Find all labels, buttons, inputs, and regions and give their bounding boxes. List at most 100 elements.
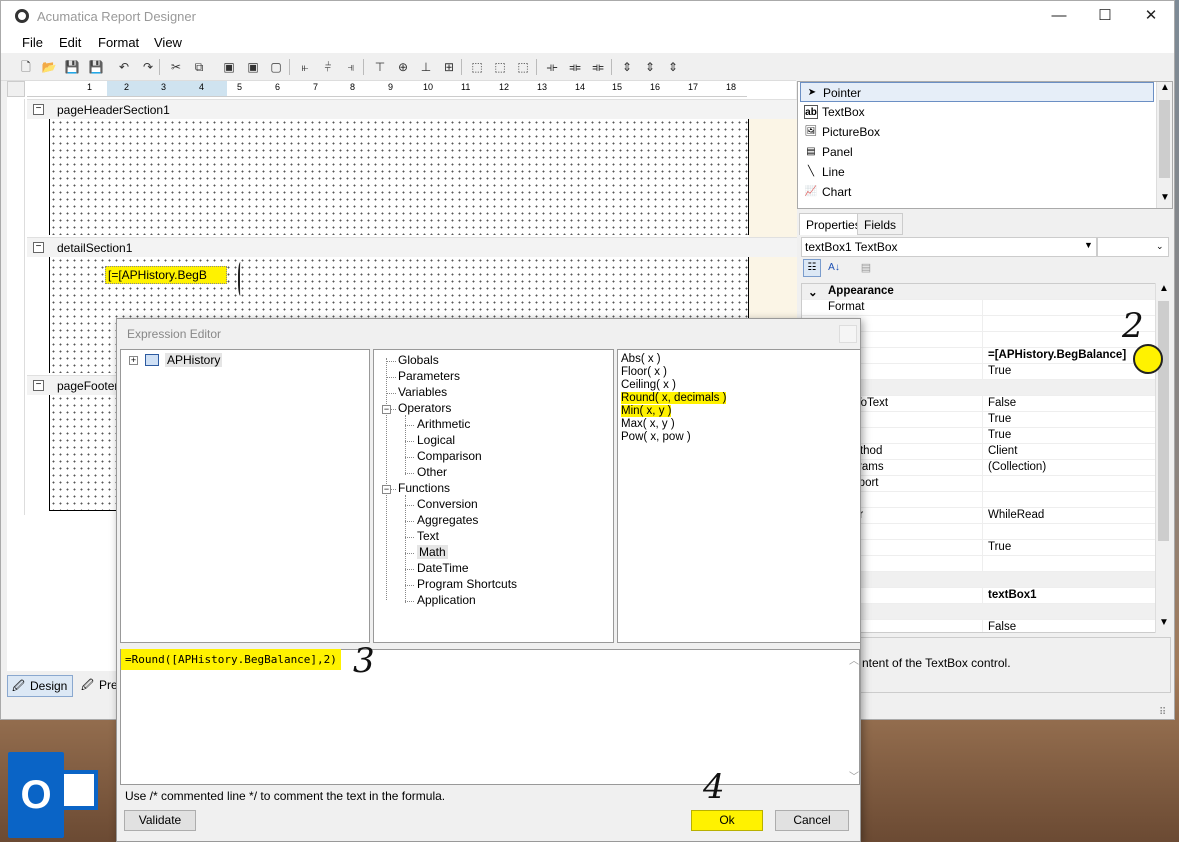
same-height-icon[interactable]: ⬚ (491, 58, 509, 76)
cancel-button[interactable]: Cancel (775, 810, 849, 831)
alphabetical-icon[interactable]: A↓ (825, 259, 843, 277)
property-category[interactable]: ⌄ Appearance (802, 284, 1156, 300)
cut-icon[interactable]: ✂ (167, 58, 185, 76)
menu-view[interactable]: View (154, 35, 182, 50)
align-right-icon[interactable]: ⫣ (342, 58, 360, 76)
tab-fields[interactable]: Fields (857, 213, 904, 235)
categorized-icon[interactable]: ☷ (803, 259, 821, 277)
new-icon[interactable]: 🗋 (17, 58, 35, 76)
scroll-up-icon[interactable]: ︿ (849, 652, 859, 667)
property-value[interactable]: False (988, 621, 1016, 632)
hspace-increase-icon[interactable]: ⟚ (566, 58, 584, 76)
collapse-icon[interactable]: ⌄ (808, 285, 818, 299)
chevron-down-icon[interactable]: ▼ (1084, 240, 1093, 250)
function-item[interactable]: Pow( x, pow ) (621, 431, 691, 443)
menu-format[interactable]: Format (98, 35, 139, 50)
toolbox-item-picturebox[interactable]: 🖼 PictureBox (800, 122, 1154, 142)
size-to-grid-icon[interactable]: ⊞ (440, 58, 458, 76)
property-value[interactable]: True (988, 413, 1011, 425)
property-scrollbar[interactable]: ▲ ▼ (1155, 283, 1171, 633)
align-left-icon[interactable]: ⫦ (296, 58, 314, 76)
property-value[interactable]: True (988, 365, 1011, 377)
tree-item[interactable]: Math (417, 545, 448, 559)
tree-item[interactable]: Text (417, 529, 439, 543)
property-row[interactable]: Format (802, 300, 1156, 316)
toolbox-item-textbox[interactable]: ab TextBox (800, 102, 1154, 122)
function-item[interactable]: Round( x, decimals ) (621, 392, 727, 404)
secondary-selector[interactable]: ⌄ (1097, 237, 1169, 257)
scroll-thumb[interactable] (1158, 301, 1169, 541)
menu-file[interactable]: File (22, 35, 43, 50)
property-value[interactable]: True (988, 541, 1011, 553)
ok-button[interactable]: Ok (691, 810, 763, 831)
chevron-down-icon[interactable]: ⌄ (1156, 241, 1164, 252)
function-item[interactable]: Abs( x ) (621, 353, 661, 365)
property-value[interactable]: =[APHistory.BegBalance] (988, 349, 1126, 361)
scroll-up-icon[interactable]: ▲ (1159, 283, 1169, 294)
send-back-icon[interactable]: ▣ (244, 58, 262, 76)
tab-design[interactable]: 🖉 Design (7, 675, 73, 697)
tree-item[interactable]: Program Shortcuts (417, 577, 517, 591)
maximize-button[interactable]: ☐ (1082, 3, 1128, 29)
tree-item[interactable]: Functions (398, 481, 450, 495)
toolbox-scrollbar[interactable]: ▲ ▼ (1156, 82, 1172, 208)
open-icon[interactable]: 📂 (40, 58, 58, 76)
bring-front-icon[interactable]: ▣ (220, 58, 238, 76)
property-value[interactable]: Client (988, 445, 1017, 457)
tree-item-aphistory[interactable]: APHistory (165, 353, 223, 367)
tree-item[interactable]: Conversion (417, 497, 478, 511)
group-icon[interactable]: ▢ (267, 58, 285, 76)
collapse-icon[interactable]: − (33, 104, 44, 115)
page-header-band[interactable] (49, 119, 749, 235)
tab-preview[interactable]: 🖉 Prev (77, 675, 124, 697)
same-width-icon[interactable]: ⬚ (468, 58, 486, 76)
collapse-icon[interactable]: − (382, 405, 391, 414)
same-size-icon[interactable]: ⬚ (514, 58, 532, 76)
tree-item[interactable]: Application (417, 593, 476, 607)
vspace-increase-icon[interactable]: ⇕ (641, 58, 659, 76)
section-header[interactable]: − pageHeaderSection1 (27, 99, 797, 119)
hspace-decrease-icon[interactable]: ⟚ (589, 58, 607, 76)
toolbox-item-pointer[interactable]: ➤ Pointer (800, 82, 1154, 102)
scroll-down-icon[interactable]: ▼ (1159, 617, 1169, 628)
vspace-equal-icon[interactable]: ⇕ (618, 58, 636, 76)
collapse-icon[interactable]: − (33, 380, 44, 391)
align-middle-icon[interactable]: ⊕ (394, 58, 412, 76)
validate-button[interactable]: Validate (124, 810, 196, 831)
property-pages-icon[interactable]: ▤ (857, 259, 875, 277)
function-item[interactable]: Floor( x ) (621, 366, 667, 378)
section-header[interactable]: − detailSection1 (27, 237, 797, 257)
align-bottom-icon[interactable]: ⊥ (417, 58, 435, 76)
function-item[interactable]: Ceiling( x ) (621, 379, 676, 391)
toolbox-item-line[interactable]: ╲ Line (800, 162, 1154, 182)
resize-grip-icon[interactable]: ⠿ (1159, 707, 1166, 718)
property-value[interactable]: WhileRead (988, 509, 1044, 521)
tree-item[interactable]: Parameters (398, 369, 460, 383)
tree-item[interactable]: Arithmetic (417, 417, 470, 431)
save-icon[interactable]: 💾 (63, 58, 81, 76)
tree-item[interactable]: Other (417, 465, 447, 479)
scroll-up-icon[interactable]: ▲ (1160, 82, 1170, 93)
redo-icon[interactable]: ↷ (139, 58, 157, 76)
tree-item[interactable]: Comparison (417, 449, 482, 463)
align-center-icon[interactable]: ⫩ (319, 58, 337, 76)
tree-item[interactable]: Operators (398, 401, 451, 415)
vspace-decrease-icon[interactable]: ⇕ (664, 58, 682, 76)
toolbox-item-panel[interactable]: ▤ Panel (800, 142, 1154, 162)
object-selector[interactable]: textBox1 TextBox ▼ (801, 237, 1097, 257)
dialog-close-button[interactable] (839, 325, 857, 343)
collapse-icon[interactable]: − (382, 485, 391, 494)
hspace-equal-icon[interactable]: ⟛ (543, 58, 561, 76)
function-item[interactable]: Min( x, y ) (621, 405, 672, 417)
align-top-icon[interactable]: ⊤ (371, 58, 389, 76)
undo-icon[interactable]: ↶ (115, 58, 133, 76)
formula-editor[interactable]: =Round([APHistory.BegBalance],2) ︿ ﹀ (120, 649, 860, 785)
property-value[interactable]: (Collection) (988, 461, 1046, 473)
tree-item[interactable]: Aggregates (417, 513, 478, 527)
property-value[interactable]: False (988, 397, 1016, 409)
scroll-down-icon[interactable]: ﹀ (849, 768, 859, 783)
tree-item[interactable]: Logical (417, 433, 455, 447)
toolbox-item-chart[interactable]: 📈 Chart (800, 182, 1154, 202)
scroll-thumb[interactable] (1159, 100, 1170, 178)
tree-item[interactable]: DateTime (417, 561, 469, 575)
